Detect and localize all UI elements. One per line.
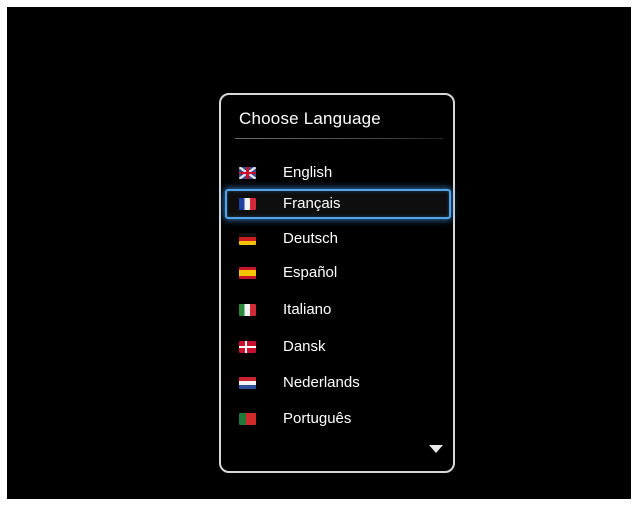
screen: Choose Language English Français Deutsch… (7, 7, 631, 499)
language-label: Español (283, 264, 338, 281)
netherlands-flag-icon (239, 377, 256, 389)
language-label: Português (283, 410, 352, 427)
france-flag-icon (239, 198, 256, 210)
language-item-italiano[interactable]: Italiano (225, 295, 451, 325)
language-label: English (283, 164, 333, 181)
germany-flag-icon (239, 233, 256, 245)
language-label: Italiano (283, 301, 332, 318)
language-item-nederlands[interactable]: Nederlands (225, 368, 451, 398)
portugal-flag-icon (239, 413, 256, 425)
spain-flag-icon (239, 267, 256, 279)
language-label: Deutsch (283, 230, 339, 247)
title-divider (235, 138, 443, 139)
language-item-deutsch[interactable]: Deutsch (225, 224, 451, 254)
scroll-down-icon[interactable] (429, 445, 443, 453)
language-item-dansk[interactable]: Dansk (225, 332, 451, 362)
language-item-espanol[interactable]: Español (225, 258, 451, 288)
language-item-portugues[interactable]: Português (225, 404, 451, 434)
language-label: Français (283, 195, 341, 212)
uk-flag-icon (239, 167, 256, 179)
choose-language-dialog: Choose Language English Français Deutsch… (219, 93, 455, 473)
italy-flag-icon (239, 304, 256, 316)
dialog-title: Choose Language (239, 109, 381, 128)
language-label: Nederlands (283, 374, 360, 391)
language-item-francais[interactable]: Français (225, 189, 451, 219)
language-item-english[interactable]: English (225, 158, 451, 188)
denmark-flag-icon (239, 341, 256, 353)
language-label: Dansk (283, 338, 326, 355)
